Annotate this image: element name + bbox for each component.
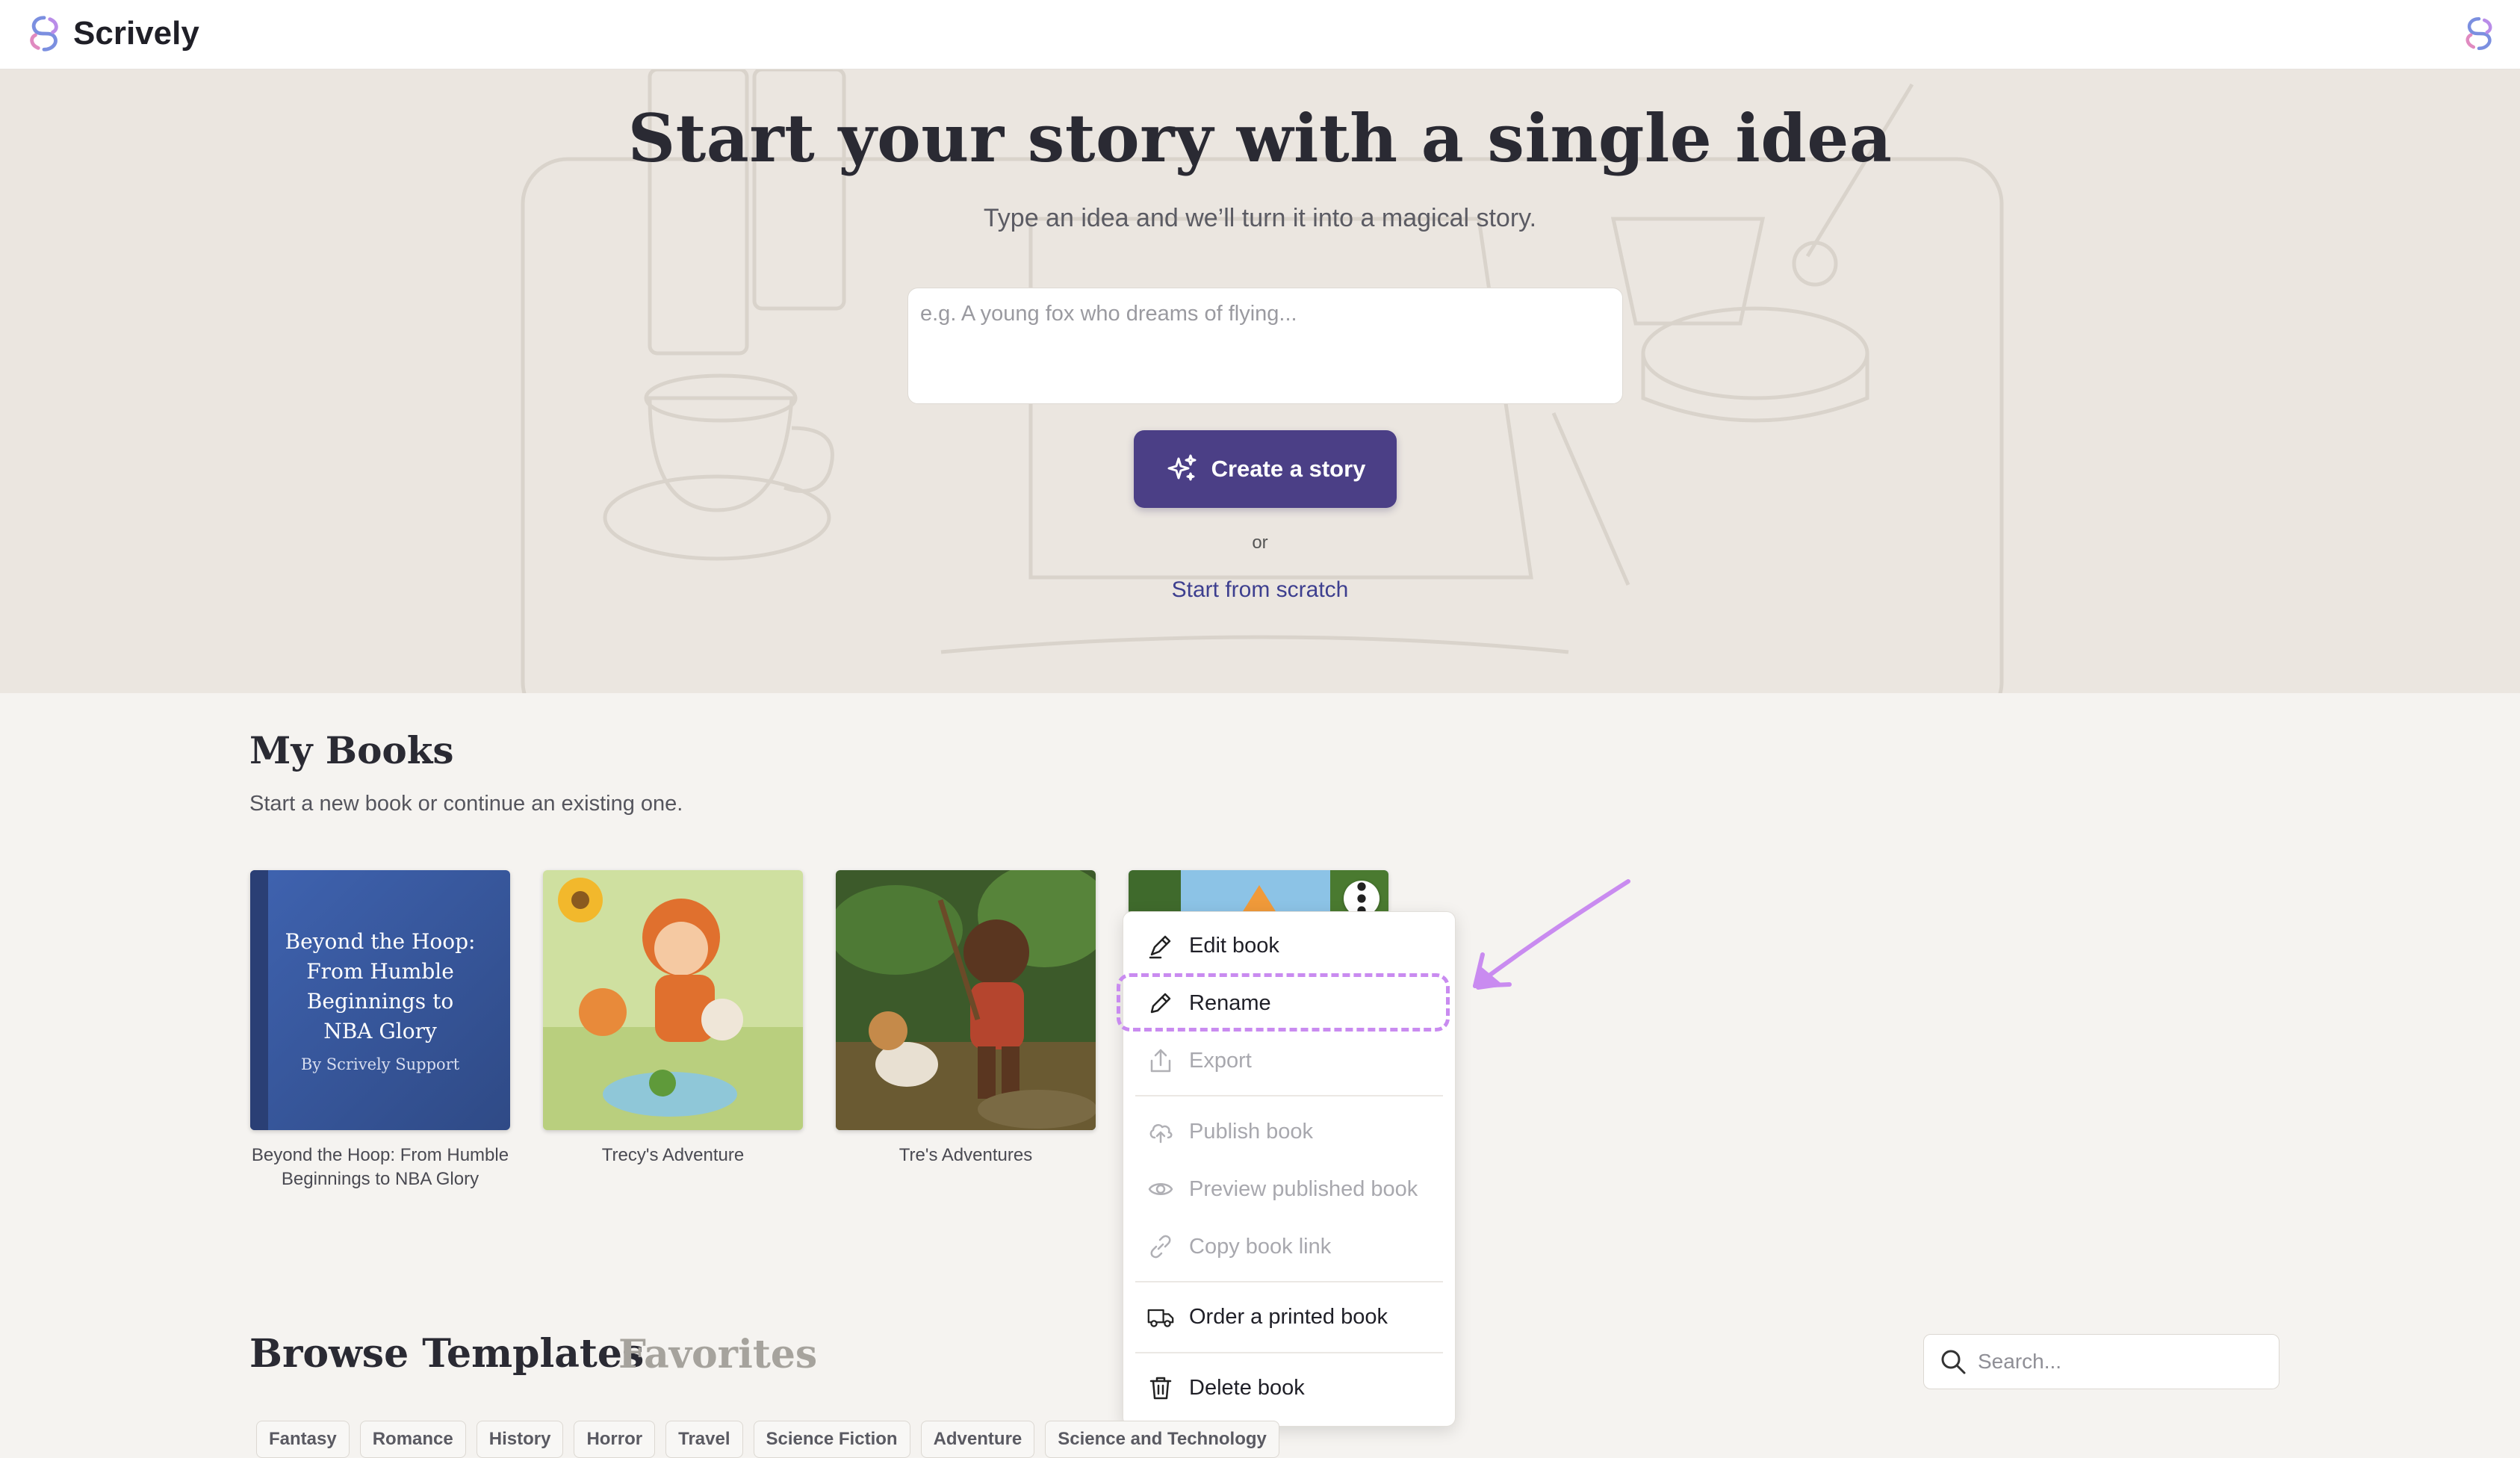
scrively-mark-icon[interactable] <box>2459 13 2499 54</box>
annotation-arrow-icon <box>1473 879 1630 990</box>
menu-item-export[interactable]: Export <box>1123 1036 1455 1085</box>
tab-favorites[interactable]: Favorites <box>618 1332 817 1377</box>
book-cover-illustration <box>836 870 1096 1130</box>
cloud-upload-icon <box>1147 1118 1174 1145</box>
story-idea-input[interactable] <box>907 288 1623 404</box>
template-search-input[interactable] <box>1976 1349 2263 1374</box>
or-divider-text: or <box>1252 533 1268 553</box>
book-cover-text: Beyond the Hoop: From Humble Beginnings … <box>250 870 510 1130</box>
hero-section: Start your story with a single idea Type… <box>0 69 2520 693</box>
menu-item-label: Copy book link <box>1189 1234 1332 1259</box>
menu-separator <box>1135 1352 1443 1353</box>
category-chip-science-fiction[interactable]: Science Fiction <box>753 1421 910 1458</box>
rename-highlight-annotation <box>1117 973 1450 1032</box>
top-bar: Scrively <box>0 0 2520 69</box>
menu-item-label: Order a printed book <box>1189 1304 1388 1329</box>
menu-separator <box>1135 1095 1443 1096</box>
menu-item-delete-book[interactable]: Delete book <box>1123 1363 1455 1412</box>
category-chips: Fantasy Romance History Horror Travel Sc… <box>256 1421 1279 1458</box>
export-icon <box>1147 1047 1174 1074</box>
trash-icon <box>1147 1374 1174 1401</box>
book-cover[interactable]: Beyond the Hoop: From Humble Beginnings … <box>250 870 510 1130</box>
book-caption: Tre's Adventures <box>899 1145 1033 1165</box>
hero-title: Start your story with a single idea <box>627 99 1893 177</box>
menu-item-label: Delete book <box>1189 1375 1305 1400</box>
book-cover[interactable] <box>543 870 803 1130</box>
scrively-logo-icon <box>30 16 58 52</box>
book-cover-illustration <box>543 870 803 1130</box>
start-from-scratch-link[interactable]: Start from scratch <box>1172 577 1349 602</box>
category-chip-horror[interactable]: Horror <box>574 1421 656 1458</box>
book-card[interactable] <box>1129 870 1388 915</box>
hero-subtitle: Type an idea and we’ll turn it into a ma… <box>983 204 1537 232</box>
category-chip-travel[interactable]: Travel <box>665 1421 743 1458</box>
create-story-button[interactable]: Create a story <box>1134 430 1397 508</box>
category-chip-history[interactable]: History <box>476 1421 564 1458</box>
menu-item-label: Edit book <box>1189 933 1279 958</box>
start-from-scratch-wrap: Start from scratch <box>0 577 2520 603</box>
link-icon <box>1147 1233 1174 1260</box>
book-card[interactable]: Trecy's Adventure <box>543 870 803 1167</box>
book-cover-author: By Scrively Support <box>300 1055 460 1073</box>
menu-item-label: Export <box>1189 1048 1252 1073</box>
category-chip-romance[interactable]: Romance <box>359 1421 466 1458</box>
search-icon <box>1941 1350 1966 1374</box>
category-chip-adventure[interactable]: Adventure <box>920 1421 1035 1458</box>
eye-icon <box>1147 1176 1174 1203</box>
menu-item-publish-book[interactable]: Publish book <box>1123 1107 1455 1156</box>
menu-item-edit-book[interactable]: Edit book <box>1123 921 1455 970</box>
menu-separator <box>1135 1281 1443 1282</box>
book-cover[interactable] <box>836 870 1096 1130</box>
book-caption: Trecy's Adventure <box>601 1145 745 1165</box>
category-chip-science-technology[interactable]: Science and Technology <box>1045 1421 1279 1458</box>
app-logo[interactable]: Scrively <box>22 10 199 57</box>
edit-book-icon <box>1147 932 1174 959</box>
book-cover-title: Beyond the Hoop: From Humble Beginnings … <box>285 929 476 1043</box>
create-story-label: Create a story <box>1211 456 1366 482</box>
book-options-button[interactable] <box>1344 881 1380 915</box>
tab-browse-templates[interactable]: Browse Templates <box>249 1331 644 1377</box>
menu-item-label: Preview published book <box>1189 1176 1418 1201</box>
menu-item-copy-book-link[interactable]: Copy book link <box>1123 1222 1455 1271</box>
category-chip-fantasy[interactable]: Fantasy <box>256 1421 350 1458</box>
menu-item-order-printed-book[interactable]: Order a printed book <box>1123 1292 1455 1341</box>
app-name: Scrively <box>73 15 199 52</box>
menu-item-preview-published[interactable]: Preview published book <box>1123 1164 1455 1214</box>
more-vertical-icon <box>1357 882 1366 915</box>
book-card[interactable]: Beyond the Hoop: From Humble Beginnings … <box>250 870 510 1191</box>
truck-icon <box>1147 1303 1174 1330</box>
template-search <box>1923 1334 2280 1389</box>
book-caption: Beyond the Hoop: From Humble Beginnings … <box>251 1145 509 1189</box>
menu-item-label: Publish book <box>1189 1119 1314 1144</box>
sparkles-icon <box>1167 454 1197 481</box>
book-card[interactable]: Tre's Adventures <box>836 870 1096 1167</box>
my-books-title: My Books <box>249 728 454 772</box>
my-books-subtitle: Start a new book or continue an existing… <box>249 792 683 816</box>
book-cover[interactable] <box>1129 870 1388 915</box>
